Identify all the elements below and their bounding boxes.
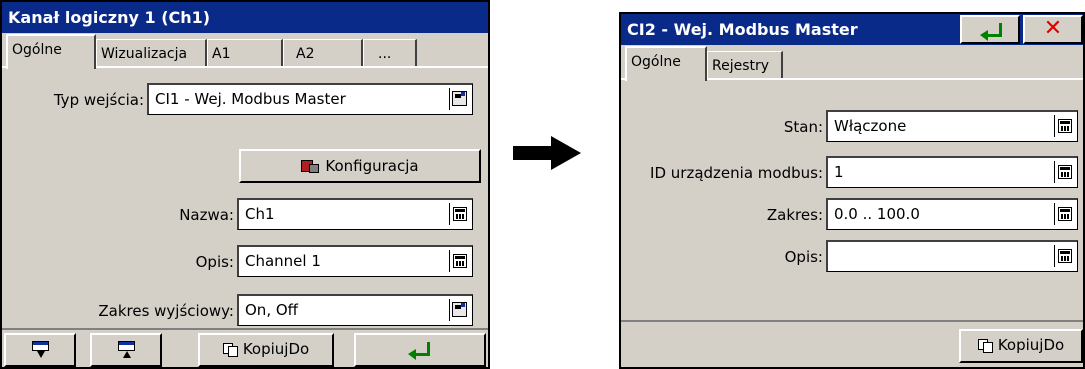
keyboard-icon [1058,249,1072,263]
description-keyboard-button[interactable] [449,250,469,272]
input-type-value: CI1 - Wej. Modbus Master [155,90,346,108]
title-accept-button[interactable] [960,15,1020,44]
accept-button[interactable] [354,333,486,367]
device-id-value: 1 [834,163,844,181]
left-bottom-bar: KopiujDo [2,328,488,367]
state-keyboard-button[interactable] [1054,115,1074,137]
copy-to-button[interactable]: KopiujDo [959,329,1083,363]
copy-to-label: KopiujDo [242,340,310,358]
device-id-field[interactable]: 1 [826,156,1078,188]
tab-visualization[interactable]: Wizualizacja [96,39,207,68]
left-dialog-title: Kanał logiczny 1 (Ch1) [2,2,488,33]
enter-icon [980,23,1002,41]
tab-a1[interactable]: A1 [207,39,283,68]
description-label: Opis: [195,253,234,271]
right-bottom-bar: KopiujDo [621,320,1083,367]
tools-icon [301,159,320,174]
copy-to-button[interactable]: KopiujDo [198,333,334,367]
state-label: Stan: [783,118,823,136]
state-field[interactable]: Włączone [826,110,1078,142]
tab-a2[interactable]: A2 [283,39,363,68]
enter-icon [408,342,430,360]
device-id-keyboard-button[interactable] [1054,161,1074,183]
output-range-label: Zakres wyjściowy: [98,302,234,320]
description-value: Channel 1 [245,252,321,270]
description-field[interactable]: Channel 1 [237,245,473,277]
range-keyboard-button[interactable] [1054,203,1074,225]
keyboard-icon [1058,165,1072,179]
configuration-button[interactable]: Konfiguracja [239,149,481,183]
device-id-label: ID urządzenia modbus: [650,164,823,182]
description-field[interactable] [826,240,1078,272]
output-range-field[interactable]: On, Off [237,294,473,326]
range-field[interactable]: 0.0 .. 100.0 [826,198,1078,230]
input-type-label: Typ wejścia: [53,91,144,109]
tab-general[interactable]: Ogólne [625,46,707,81]
window-down-icon [32,341,50,359]
copy-to-label: KopiujDo [997,336,1065,354]
close-icon: ✕ [1043,16,1063,41]
left-dialog: Kanał logiczny 1 (Ch1) Ogólne Wizualizac… [0,0,490,369]
range-value: 0.0 .. 100.0 [834,205,920,223]
left-tab-strip: Ogólne Wizualizacja A1 A2 ... [2,33,488,69]
output-range-value: On, Off [245,301,298,319]
state-value: Włączone [834,117,907,135]
title-close-button[interactable]: ✕ [1023,15,1083,44]
right-dialog: CI2 - Wej. Modbus Master ✕ Ogólne Rejest… [619,12,1085,369]
next-channel-button[interactable] [4,333,76,367]
name-field[interactable]: Ch1 [237,198,473,230]
input-type-picker-button[interactable] [449,88,469,110]
description-label: Opis: [784,248,823,266]
tab-more[interactable]: ... [363,39,417,68]
output-range-picker-button[interactable] [449,299,469,321]
left-general-panel: Typ wejścia: CI1 - Wej. Modbus Master Ko… [2,66,488,328]
tab-registers[interactable]: Rejestry [707,51,783,80]
right-tab-strip: Ogólne Rejestry [621,45,1083,81]
window-up-icon [118,341,136,359]
copy-icon [977,339,993,353]
name-keyboard-button[interactable] [449,203,469,225]
keyboard-icon [1058,207,1072,221]
name-value: Ch1 [245,205,275,223]
right-general-panel: Stan: Włączone ID urządzenia modbus: 1 Z… [621,78,1083,322]
configuration-button-label: Konfiguracja [325,157,419,175]
description-keyboard-button[interactable] [1054,245,1074,267]
copy-icon [222,343,238,357]
input-type-field[interactable]: CI1 - Wej. Modbus Master [147,83,473,115]
tab-general[interactable]: Ogólne [6,34,96,69]
keyboard-icon [453,207,467,221]
name-label: Nazwa: [179,206,234,224]
dialog-picker-icon [452,91,467,106]
keyboard-icon [453,254,467,268]
right-dialog-title-text: CI2 - Wej. Modbus Master [627,20,858,39]
previous-channel-button[interactable] [90,333,162,367]
dialog-picker-icon [452,302,467,317]
range-label: Zakres: [766,206,823,224]
keyboard-icon [1058,119,1072,133]
